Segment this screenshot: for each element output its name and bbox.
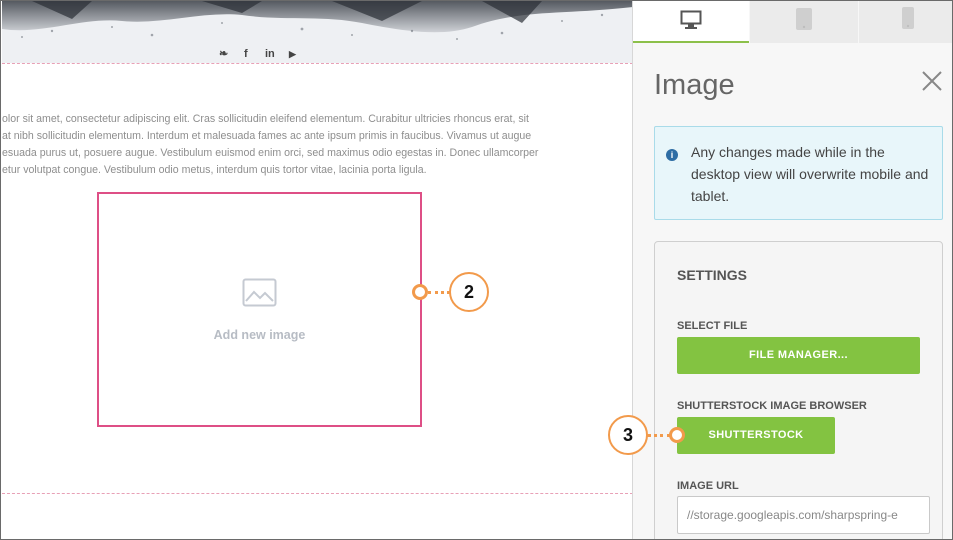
callout-3-badge: 3	[608, 415, 648, 455]
linkedin-icon[interactable]: in	[265, 47, 275, 61]
callout-2-anchor	[412, 284, 428, 300]
settings-section: SETTINGS SELECT FILE FILE MANAGER... SHU…	[654, 241, 943, 539]
info-alert-text: Any changes made while in the desktop vi…	[691, 144, 929, 204]
callout-3-anchor	[669, 427, 685, 443]
tablet-icon	[796, 8, 812, 30]
callout-2-leader	[428, 291, 450, 294]
mobile-icon	[902, 7, 914, 29]
image-url-label: IMAGE URL	[677, 480, 739, 492]
info-alert: i Any changes made while in the desktop …	[654, 126, 943, 220]
info-icon: i	[666, 149, 678, 161]
social-links: ❧ f in ▶	[2, 47, 633, 61]
close-icon[interactable]	[920, 69, 944, 93]
paragraph-line: at nibh sollicitudin elementum. Interdum…	[2, 130, 532, 142]
tab-tablet[interactable]	[750, 1, 858, 43]
hero-image: ❧ f in ▶	[2, 1, 633, 63]
tab-mobile[interactable]	[859, 1, 952, 43]
image-placeholder[interactable]: Add new image	[97, 192, 422, 427]
paragraph-line: esuada purus ut, posuere augue. Vestibul…	[2, 147, 539, 159]
paragraph-line: olor sit amet, consectetur adipiscing el…	[2, 113, 529, 125]
image-url-input[interactable]: //storage.googleapis.com/sharpspring-e	[677, 496, 930, 534]
add-image-label: Add new image	[213, 328, 306, 342]
facebook-icon[interactable]: f	[244, 47, 248, 61]
settings-heading: SETTINGS	[677, 267, 748, 283]
image-settings-panel: Image i Any changes made while in the de…	[632, 1, 952, 539]
body-paragraph[interactable]: olor sit amet, consectetur adipiscing el…	[2, 111, 633, 179]
twitter-icon[interactable]: ❧	[219, 47, 228, 61]
youtube-icon[interactable]: ▶	[289, 47, 296, 61]
select-file-label: SELECT FILE	[677, 320, 748, 332]
callout-3-leader	[647, 434, 671, 437]
block-boundary-bottom	[2, 493, 633, 494]
shutterstock-label: SHUTTERSTOCK IMAGE BROWSER	[677, 400, 867, 412]
callout-2-badge: 2	[449, 272, 489, 312]
tab-desktop[interactable]	[633, 1, 749, 43]
image-icon	[242, 278, 277, 307]
panel-title: Image	[654, 69, 735, 101]
app-frame: ❧ f in ▶ olor sit amet, consectetur adip…	[0, 0, 953, 540]
block-boundary-top	[2, 63, 633, 64]
file-manager-button[interactable]: FILE MANAGER...	[677, 337, 920, 374]
paragraph-line: etur volutpat congue. Vestibulum odio me…	[2, 164, 427, 176]
shutterstock-button[interactable]: SHUTTERSTOCK	[677, 417, 835, 454]
desktop-icon	[680, 10, 702, 29]
device-tabs	[633, 1, 952, 43]
email-canvas: ❧ f in ▶ olor sit amet, consectetur adip…	[2, 1, 633, 539]
